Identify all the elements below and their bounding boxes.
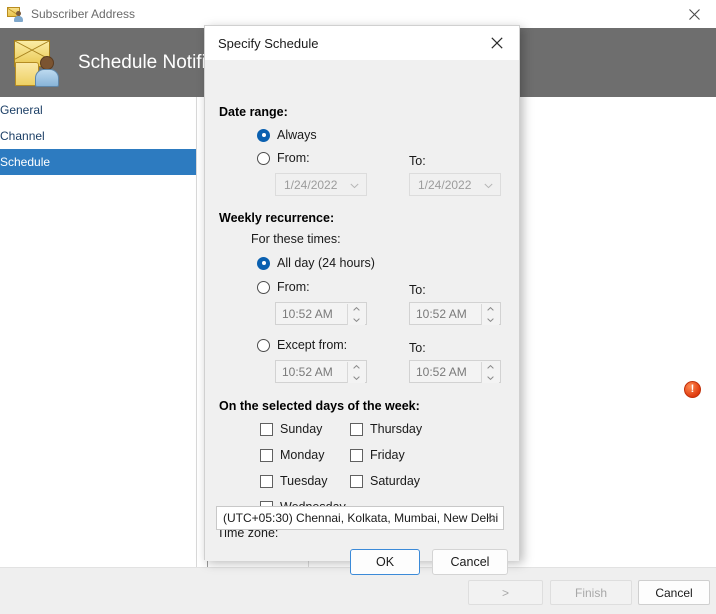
close-icon[interactable]: [672, 0, 716, 28]
next-button[interactable]: >: [468, 580, 543, 605]
sidebar-item-label: General: [0, 103, 43, 117]
days-section-label: On the selected days of the week:: [219, 399, 420, 413]
checkbox-tuesday[interactable]: Tuesday: [260, 474, 327, 488]
except-from-input[interactable]: 10:52 AM: [275, 360, 367, 383]
sidebar-item-channel[interactable]: Channel: [0, 123, 196, 149]
radio-always-label: Always: [277, 128, 317, 142]
checkbox-indicator: [260, 474, 273, 488]
checkbox-thursday-label: Thursday: [370, 422, 423, 436]
spinner-down-icon[interactable]: [482, 315, 499, 326]
except-to-stepper[interactable]: [481, 362, 499, 383]
sidebar-item-label: Channel: [0, 129, 45, 143]
radio-indicator: [257, 151, 270, 165]
checkbox-monday[interactable]: Monday: [260, 448, 324, 462]
specify-schedule-dialog: Specify Schedule Date range: Always From…: [204, 25, 520, 561]
finish-button[interactable]: Finish: [550, 580, 632, 605]
time-to-label: To:: [409, 283, 426, 297]
time-from-stepper[interactable]: [347, 304, 365, 325]
except-to-value: 10:52 AM: [416, 364, 467, 379]
sidebar-item-general[interactable]: General: [0, 97, 196, 123]
time-from-input[interactable]: 10:52 AM: [275, 302, 367, 325]
sidebar-item-label: Schedule: [0, 155, 51, 169]
date-to-input[interactable]: 1/24/2022: [409, 173, 501, 196]
screen: Subscriber Address Schedule Notificati G…: [0, 0, 716, 614]
radio-always[interactable]: Always: [257, 128, 317, 142]
close-icon[interactable]: [475, 26, 519, 60]
radio-indicator: [257, 280, 270, 294]
time-to-input[interactable]: 10:52 AM: [409, 302, 501, 325]
chevron-down-icon: [484, 178, 493, 192]
chevron-down-icon: [487, 511, 496, 525]
spinner-up-icon[interactable]: [348, 362, 365, 373]
except-from-stepper[interactable]: [347, 362, 365, 383]
date-from-value: 1/24/2022: [284, 177, 338, 192]
radio-time-from-label: From:: [277, 280, 310, 294]
checkbox-indicator: [350, 448, 363, 462]
date-to-label: To:: [409, 154, 426, 168]
except-from-value: 10:52 AM: [282, 364, 333, 379]
checkbox-friday-label: Friday: [370, 448, 405, 462]
dialog-title: Specify Schedule: [218, 35, 319, 51]
radio-all-day[interactable]: All day (24 hours): [257, 256, 375, 270]
checkbox-saturday-label: Saturday: [370, 474, 421, 488]
spinner-up-icon[interactable]: [348, 304, 365, 315]
radio-time-from[interactable]: From:: [257, 280, 310, 294]
checkbox-friday[interactable]: Friday: [350, 448, 405, 462]
date-to-value: 1/24/2022: [418, 177, 472, 192]
dialog-ok-button[interactable]: OK: [350, 549, 420, 575]
checkbox-saturday[interactable]: Saturday: [350, 474, 420, 488]
time-from-value: 10:52 AM: [282, 306, 333, 321]
dialog-cancel-button[interactable]: Cancel: [432, 549, 508, 575]
schedule-notification-icon: [12, 39, 60, 87]
checkbox-sunday[interactable]: Sunday: [260, 422, 322, 436]
sidebar-item-schedule[interactable]: Schedule: [0, 149, 196, 175]
checkbox-monday-label: Monday: [280, 448, 325, 462]
radio-date-from-label: From:: [277, 151, 310, 165]
checkbox-thursday[interactable]: Thursday: [350, 422, 422, 436]
chevron-down-icon: [350, 178, 359, 192]
radio-except-from[interactable]: Except from:: [257, 338, 347, 352]
time-to-stepper[interactable]: [481, 304, 499, 325]
timezone-value: (UTC+05:30) Chennai, Kolkata, Mumbai, Ne…: [223, 511, 499, 525]
dialog-body: Date range: Always From: To: 1/24/2022 1…: [205, 60, 519, 561]
checkbox-indicator: [260, 422, 273, 436]
spinner-up-icon[interactable]: [482, 362, 499, 373]
radio-all-day-label: All day (24 hours): [277, 256, 375, 270]
radio-except-from-label: Except from:: [277, 338, 348, 352]
date-range-section-label: Date range:: [219, 105, 288, 119]
window-title: Subscriber Address: [31, 7, 136, 21]
timezone-select[interactable]: (UTC+05:30) Chennai, Kolkata, Mumbai, Ne…: [216, 506, 504, 530]
dialog-titlebar: Specify Schedule: [205, 26, 519, 60]
checkbox-indicator: [350, 422, 363, 436]
except-to-input[interactable]: 10:52 AM: [409, 360, 501, 383]
spinner-down-icon[interactable]: [348, 373, 365, 384]
except-to-label: To:: [409, 341, 426, 355]
for-these-times-label: For these times:: [251, 232, 341, 246]
checkbox-sunday-label: Sunday: [280, 422, 323, 436]
date-from-input[interactable]: 1/24/2022: [275, 173, 367, 196]
spinner-down-icon[interactable]: [348, 315, 365, 326]
radio-date-from[interactable]: From:: [257, 151, 310, 165]
checkbox-tuesday-label: Tuesday: [280, 474, 328, 488]
radio-indicator: [257, 128, 270, 142]
error-exclamation-icon[interactable]: !: [684, 381, 701, 398]
checkbox-indicator: [350, 474, 363, 488]
spinner-up-icon[interactable]: [482, 304, 499, 315]
time-to-value: 10:52 AM: [416, 306, 467, 321]
radio-indicator: [257, 256, 270, 270]
spinner-down-icon[interactable]: [482, 373, 499, 384]
checkbox-indicator: [260, 448, 273, 462]
weekly-recurrence-section-label: Weekly recurrence:: [219, 211, 335, 225]
subscriber-address-icon: [7, 6, 23, 22]
cancel-button[interactable]: Cancel: [638, 580, 710, 605]
wizard-sidebar: General Channel Schedule: [0, 97, 196, 614]
radio-indicator: [257, 338, 270, 352]
